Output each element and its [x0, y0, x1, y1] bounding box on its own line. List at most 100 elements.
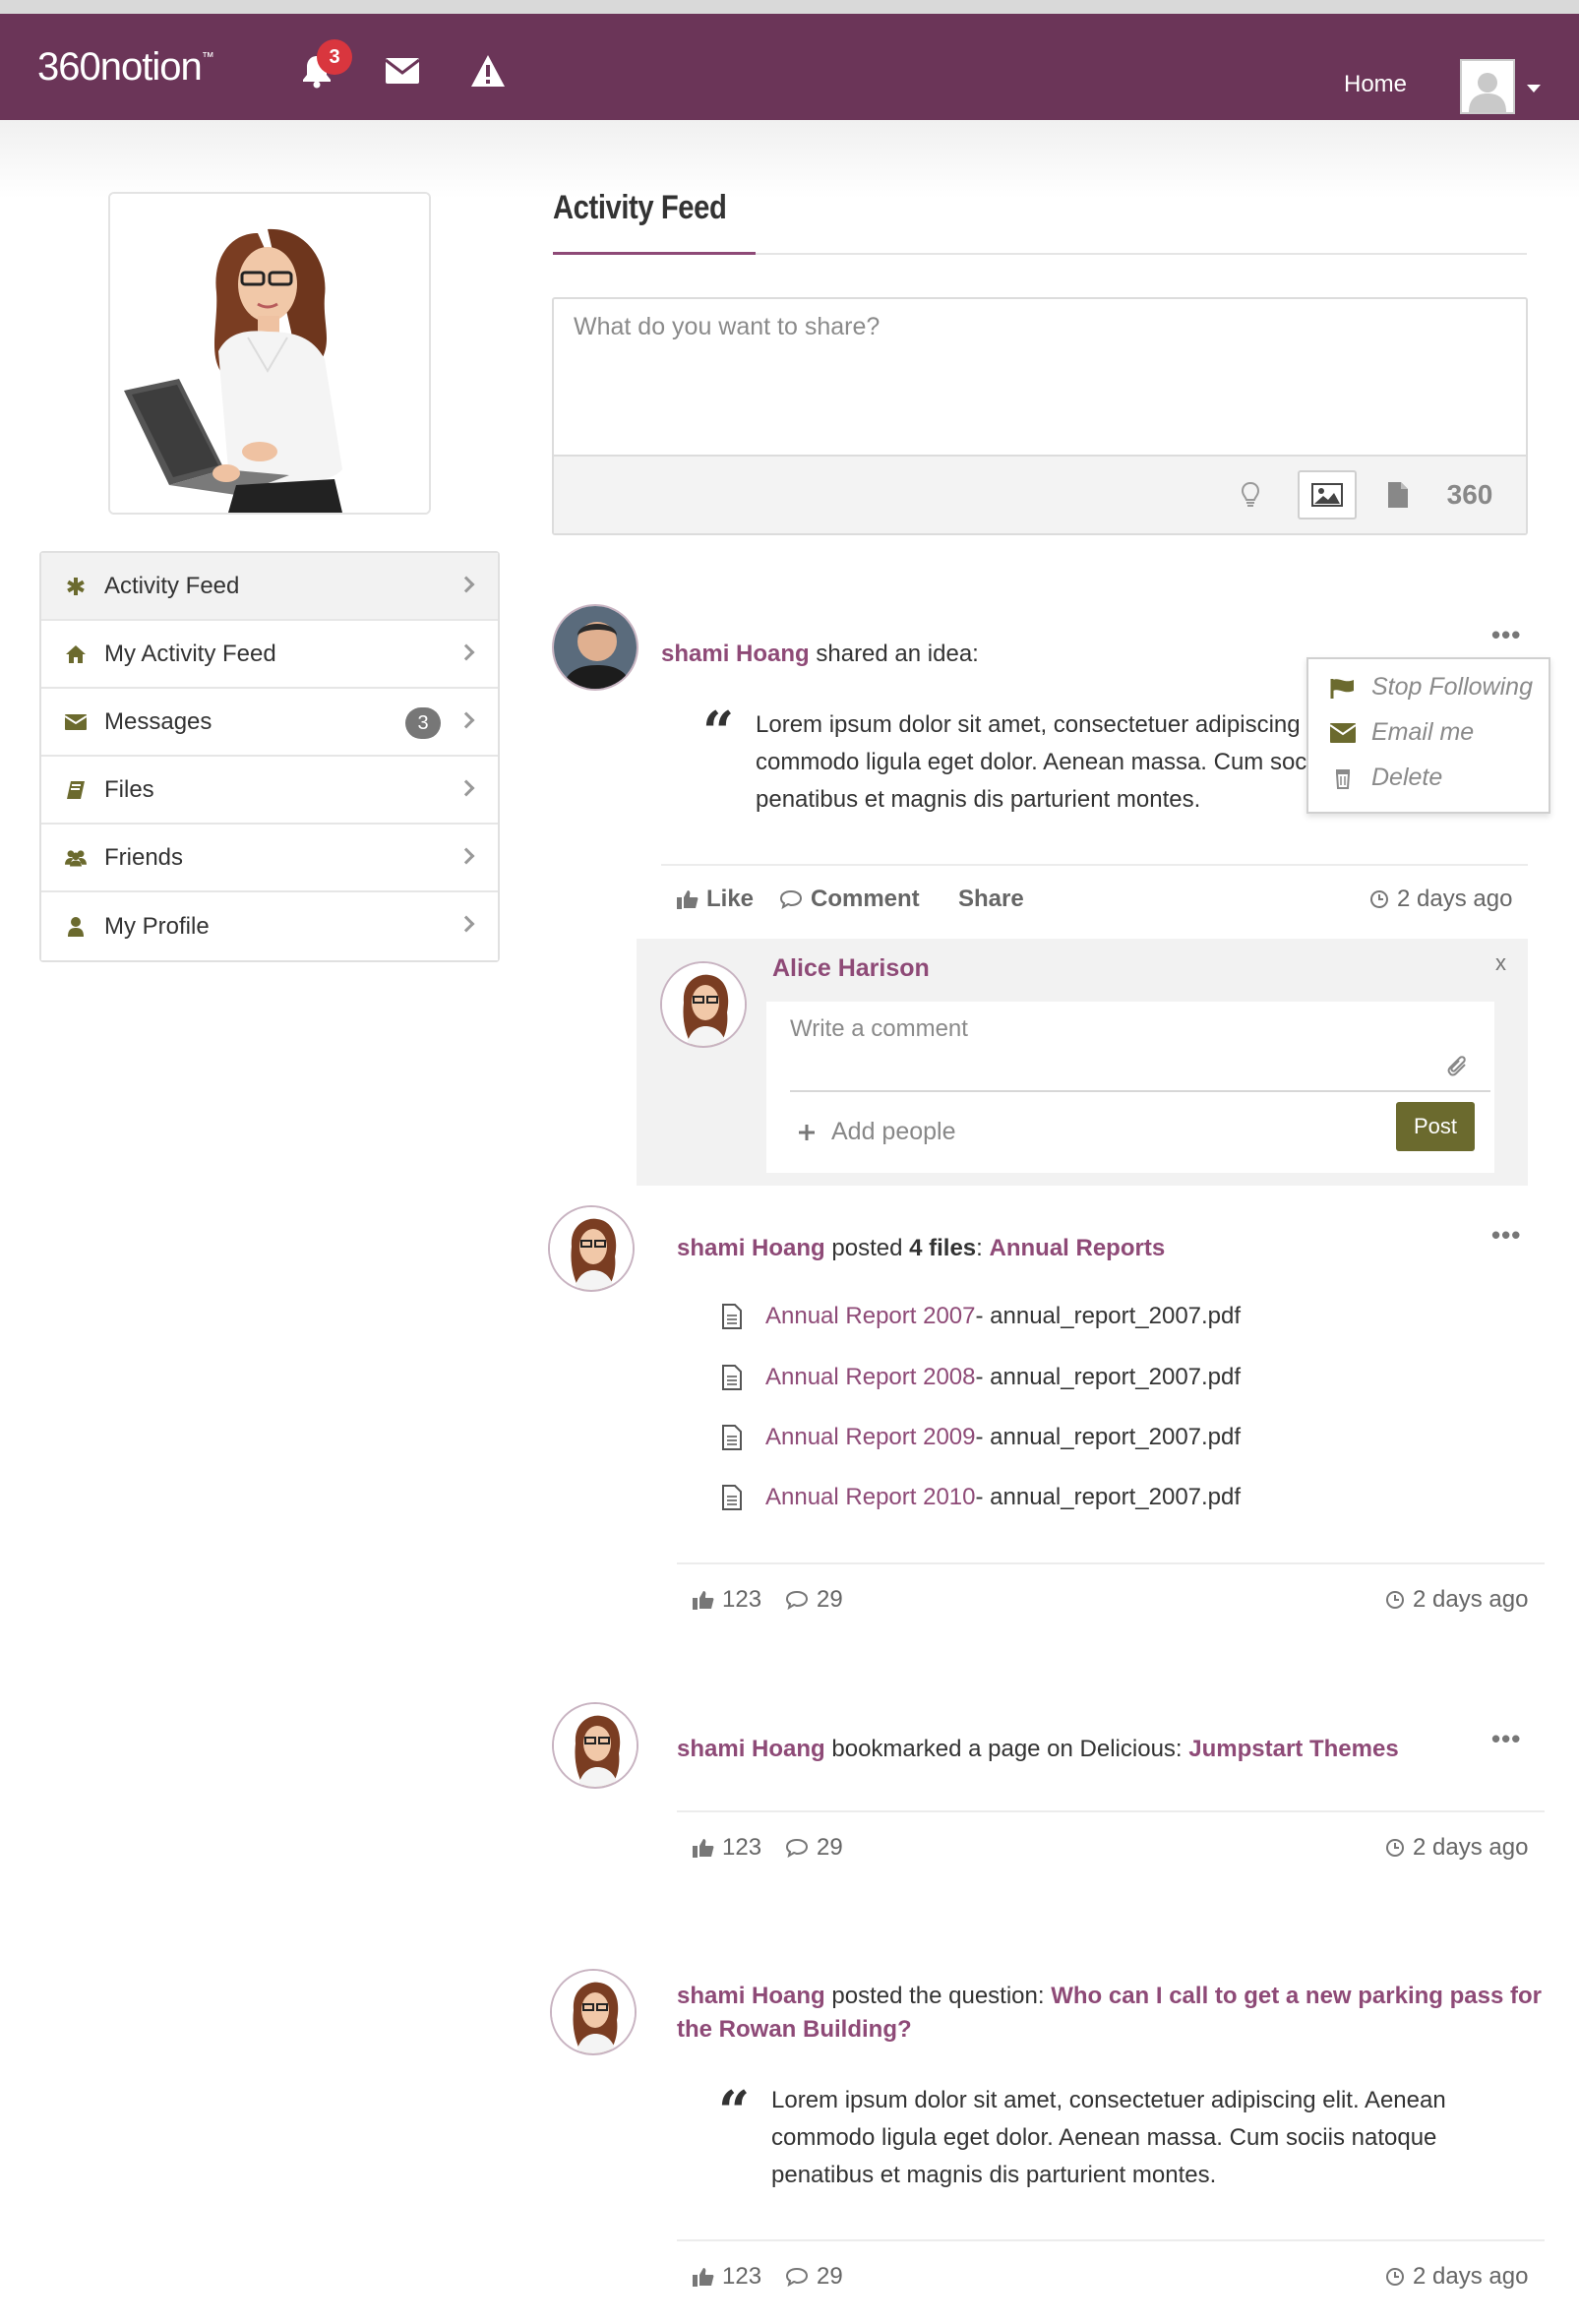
like-count: 123: [722, 1586, 762, 1613]
messages-count-badge: 3: [405, 707, 441, 739]
post-author-avatar[interactable]: [548, 1205, 635, 1292]
comment-input-underline: [790, 1090, 1490, 1092]
post-options-icon[interactable]: •••: [1491, 1220, 1521, 1251]
quote-line: commodo ligula eget dolor. Aenean massa.…: [771, 2124, 1437, 2151]
image-upload-button[interactable]: [1298, 470, 1357, 520]
comment-count-button[interactable]: 29: [785, 1586, 843, 1614]
file-title-link[interactable]: Annual Report 2007: [765, 1303, 976, 1330]
post-options-icon[interactable]: •••: [1491, 1724, 1521, 1754]
comment-count: 29: [817, 1834, 843, 1861]
post-author-avatar[interactable]: [552, 1702, 638, 1789]
like-count-button[interactable]: 123: [693, 1586, 761, 1614]
share-360-button[interactable]: 360: [1435, 470, 1504, 520]
like-count-button[interactable]: 123: [693, 2263, 761, 2291]
file-name: - annual_report_2007.pdf: [975, 1424, 1242, 1450]
comment-count-button[interactable]: 29: [785, 2263, 843, 2291]
question-link[interactable]: Who can I call to get a new parking pass…: [1051, 1983, 1542, 2009]
sidebar-item-label: Files: [104, 775, 154, 803]
post-divider: [677, 1810, 1545, 1812]
files-count: 4 files: [909, 1235, 977, 1261]
sidebar-item-my-activity-feed[interactable]: My Activity Feed: [41, 621, 498, 689]
envelope-icon: [1330, 722, 1356, 743]
file-text-icon: [722, 1425, 742, 1450]
question-link-continued[interactable]: the Rowan Building?: [677, 2016, 912, 2043]
share-composer: 360: [552, 297, 1528, 535]
comment-icon: [779, 889, 803, 909]
post-divider: [677, 2239, 1545, 2241]
file-title-link[interactable]: Annual Report 2009: [765, 1424, 976, 1451]
top-navbar: 360notion™ 3 Home: [0, 14, 1579, 120]
envelope-icon: [65, 711, 87, 733]
chevron-right-icon: [457, 711, 475, 729]
lightbulb-icon[interactable]: [1231, 470, 1270, 520]
file-icon[interactable]: [1378, 470, 1418, 520]
share-input[interactable]: [574, 313, 1498, 341]
post-action-text: posted the question:: [824, 1983, 1052, 2009]
file-item: Annual Report 2009 - annual_report_2007.…: [722, 1424, 1241, 1451]
commenter-name[interactable]: Alice Harison: [772, 954, 930, 983]
menu-item-email-me[interactable]: Email me: [1330, 718, 1474, 747]
trash-icon: [1335, 768, 1351, 789]
warning-icon[interactable]: [468, 51, 508, 91]
post-timestamp: 2 days ago: [1385, 1834, 1528, 1862]
caret-down-icon[interactable]: [1527, 85, 1541, 92]
post-button[interactable]: Post: [1396, 1102, 1475, 1151]
app-logo[interactable]: 360notion™: [37, 45, 214, 90]
file-title-link[interactable]: Annual Report 2008: [765, 1364, 976, 1391]
sidebar-item-messages[interactable]: Messages 3: [41, 689, 498, 757]
post-options-menu: Stop Following Email me Delete: [1306, 657, 1550, 814]
menu-item-delete[interactable]: Delete: [1330, 764, 1442, 792]
sidebar-item-activity-feed[interactable]: Activity Feed: [41, 553, 498, 621]
comment-icon: [785, 1838, 809, 1858]
close-icon[interactable]: x: [1495, 950, 1506, 976]
file-title-link[interactable]: Annual Report 2010: [765, 1484, 976, 1511]
comment-count-button[interactable]: 29: [785, 1834, 843, 1862]
home-link[interactable]: Home: [1344, 71, 1407, 98]
clock-icon: [1370, 890, 1388, 908]
file-name: - annual_report_2007.pdf: [975, 1303, 1242, 1329]
sidebar-item-my-profile[interactable]: My Profile: [41, 892, 498, 960]
thumbs-up-icon: [693, 2268, 714, 2287]
menu-item-stop-following[interactable]: Stop Following: [1330, 673, 1533, 702]
menu-item-label: Delete: [1371, 764, 1443, 791]
post-header-line: shami Hoang posted the question: Who can…: [677, 1980, 1543, 2013]
sidebar-item-friends[interactable]: Friends: [41, 825, 498, 892]
paperclip-icon[interactable]: [1447, 1055, 1469, 1083]
comment-label: Comment: [811, 886, 920, 912]
plus-icon: [799, 1124, 815, 1140]
share-button[interactable]: Share: [958, 886, 1024, 913]
sidebar-item-label: Activity Feed: [104, 572, 240, 599]
comment-icon: [785, 1590, 809, 1610]
bookmark-link[interactable]: Jumpstart Themes: [1188, 1736, 1398, 1762]
window-top-strip: [0, 0, 1579, 14]
comment-count: 29: [817, 2263, 843, 2290]
add-people-button[interactable]: Add people: [798, 1118, 956, 1146]
asterisk-icon: [65, 576, 87, 597]
chevron-right-icon: [457, 576, 475, 593]
like-count: 123: [722, 1834, 762, 1861]
comment-button[interactable]: Comment: [779, 886, 920, 913]
timestamp-text: 2 days ago: [1413, 2263, 1529, 2290]
chevron-right-icon: [457, 915, 475, 933]
timestamp-text: 2 days ago: [1413, 1834, 1529, 1861]
like-count-button[interactable]: 123: [693, 1834, 761, 1862]
user-avatar-button[interactable]: [1460, 59, 1515, 114]
profile-photo: [108, 192, 431, 515]
file-item: Annual Report 2008 - annual_report_2007.…: [722, 1364, 1241, 1391]
file-name: - annual_report_2007.pdf: [975, 1364, 1242, 1390]
post-author-avatar[interactable]: [550, 1969, 637, 2055]
comment-input[interactable]: [790, 1015, 1429, 1043]
like-button[interactable]: Like: [677, 886, 754, 913]
share-label: Share: [958, 886, 1024, 912]
envelope-icon[interactable]: [383, 51, 422, 91]
post-options-icon[interactable]: •••: [1491, 620, 1521, 650]
post-author-avatar[interactable]: [552, 604, 638, 691]
author-link[interactable]: shami Hoang: [661, 641, 810, 667]
collection-link[interactable]: Annual Reports: [990, 1235, 1166, 1261]
file-text-icon: [722, 1365, 742, 1390]
comment-panel: Add people Post: [766, 1002, 1494, 1173]
author-link[interactable]: shami Hoang: [677, 1235, 825, 1261]
sidebar-item-files[interactable]: Files: [41, 757, 498, 825]
author-link[interactable]: shami Hoang: [677, 1736, 825, 1762]
author-link[interactable]: shami Hoang: [677, 1983, 825, 2009]
